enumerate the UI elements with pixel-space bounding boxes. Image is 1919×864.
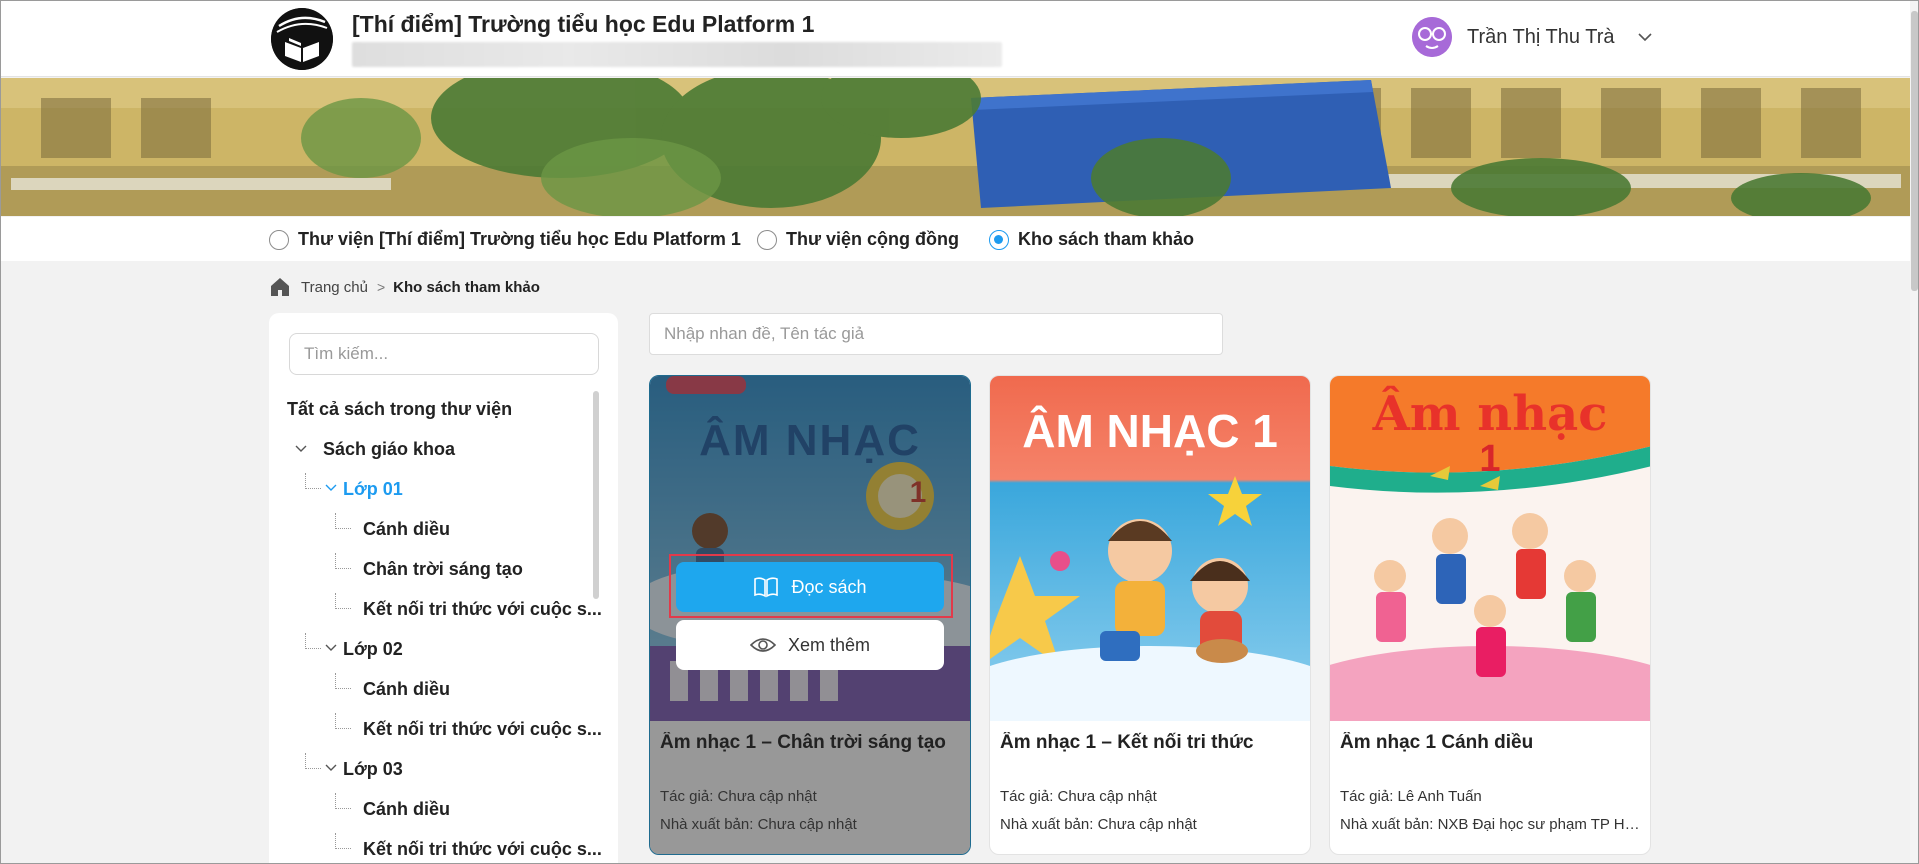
tree-connector: [335, 833, 351, 849]
tree-connector: [305, 473, 321, 489]
book-publisher: Nhà xuất bản: NXB Đại học sư phạm TP Hồ.…: [1340, 816, 1642, 833]
view-more-button[interactable]: Xem thêm: [676, 620, 944, 670]
radio-community-library[interactable]: [757, 229, 777, 250]
tree-connector: [335, 593, 351, 609]
book-author: Tác giả: Lê Anh Tuấn: [1340, 788, 1482, 805]
chevron-down-icon[interactable]: [295, 443, 307, 457]
book-title[interactable]: Âm nhạc 1 Cánh diều: [1340, 732, 1640, 754]
sidebar-scrollbar[interactable]: [593, 379, 599, 863]
header: [Thí điểm] Trường tiểu học Edu Platform …: [1, 1, 1918, 77]
user-menu[interactable]: Trần Thị Thu Trà: [1412, 15, 1654, 59]
tree-series-item[interactable]: Kết nối tri thức với cuộc s...: [363, 599, 602, 620]
tree-connector: [335, 513, 351, 529]
view-more-label: Xem thêm: [787, 634, 871, 655]
cover-title: Âm nhạc: [1372, 386, 1608, 442]
library-tabs: Thư viện [Thí điểm] Trường tiểu học Edu …: [1, 217, 1918, 261]
tree-connector: [305, 753, 321, 769]
book-title[interactable]: Âm nhạc 1 – Chân trời sáng tạo: [660, 732, 960, 754]
cover-number: 1: [1479, 438, 1501, 480]
book-author: Tác giả: Chưa cập nhật: [1000, 788, 1157, 805]
book-cover[interactable]: Âm nhạc 1: [1330, 376, 1650, 721]
page-scrollbar-thumb[interactable]: [1911, 11, 1918, 291]
chevron-down-icon[interactable]: [325, 762, 337, 776]
radio-reference-books[interactable]: [989, 229, 1009, 250]
tree-connector: [335, 553, 351, 569]
book-cover[interactable]: ÂM NHẠC 1: [990, 376, 1310, 721]
tree-connector: [335, 673, 351, 689]
tree-series-item[interactable]: Kết nối tri thức với cuộc s...: [363, 719, 602, 740]
open-book-icon: [754, 577, 779, 598]
breadcrumb: Trang chủ > Kho sách tham khảo: [269, 276, 540, 298]
app-window: [Thí điểm] Trường tiểu học Edu Platform …: [0, 0, 1919, 864]
cover-title: ÂM NHẠC 1: [1022, 405, 1278, 457]
chevron-down-icon[interactable]: [325, 482, 337, 496]
tree-connector: [335, 793, 351, 809]
eye-icon: [749, 638, 776, 652]
school-banner: [1, 78, 1918, 216]
user-name: Trần Thị Thu Trà: [1467, 25, 1615, 48]
chevron-down-icon[interactable]: [325, 642, 337, 656]
tree-connector: [305, 633, 321, 649]
breadcrumb-current: Kho sách tham khảo: [393, 278, 540, 296]
book-author: Tác giả: Chưa cập nhật: [660, 788, 817, 805]
read-book-button[interactable]: Đọc sách: [676, 562, 944, 612]
home-icon[interactable]: [269, 276, 291, 298]
tree-grade-01[interactable]: Lớp 01: [343, 479, 403, 500]
tab-school-library[interactable]: Thư viện [Thí điểm] Trường tiểu học Edu …: [269, 229, 741, 250]
book-publisher: Nhà xuất bản: Chưa cập nhật: [660, 816, 857, 833]
tree-series-item[interactable]: Cánh diều: [363, 519, 450, 540]
tab-label: Thư viện [Thí điểm] Trường tiểu học Edu …: [298, 229, 741, 249]
tree-connector: [335, 713, 351, 729]
school-building-image: [1, 78, 1918, 216]
tab-label: Thư viện cộng đồng: [786, 229, 960, 249]
blurred-subtitle: [352, 42, 1002, 67]
avatar[interactable]: [1412, 17, 1452, 57]
scrollbar-thumb[interactable]: [593, 391, 599, 599]
book-card[interactable]: Âm nhạc 1 Âm nhạc 1 Cánh diều Tác giả: L…: [1329, 375, 1651, 855]
book-card[interactable]: ÂM NHẠC 1 Đọc sách Xem thêm Âm nhạc 1 – …: [649, 375, 971, 855]
read-book-label: Đọc sách: [791, 576, 867, 597]
school-title: [Thí điểm] Trường tiểu học Edu Platform …: [352, 11, 815, 37]
tree-series-item[interactable]: Chân trời sáng tạo: [363, 559, 523, 580]
school-logo[interactable]: [271, 8, 333, 70]
tree-series-item[interactable]: Kết nối tri thức với cuộc s...: [363, 839, 602, 860]
tab-label: Kho sách tham khảo: [1018, 229, 1195, 249]
sidebar-search-input[interactable]: [289, 333, 599, 375]
tree-all-books[interactable]: Tất cả sách trong thư viện: [287, 399, 512, 420]
tree-grade-02[interactable]: Lớp 02: [343, 639, 403, 660]
book-publisher: Nhà xuất bản: Chưa cập nhật: [1000, 816, 1197, 833]
book-card[interactable]: ÂM NHẠC 1 Âm nhạc 1 – Kết nối tri thức T…: [989, 375, 1311, 855]
avatar-glasses-icon: [1412, 17, 1452, 57]
category-sidebar: Tất cả sách trong thư viện Sách giáo kho…: [269, 313, 618, 863]
book-cover[interactable]: ÂM NHẠC 1 Đọc sách Xem thêm: [650, 376, 970, 721]
book-logo-icon: [271, 8, 333, 70]
book-search-input[interactable]: [649, 313, 1223, 355]
tab-reference-books[interactable]: Kho sách tham khảo: [989, 229, 1194, 250]
tree-textbooks[interactable]: Sách giáo khoa: [323, 439, 455, 460]
breadcrumb-home[interactable]: Trang chủ: [301, 279, 368, 296]
tree-series-item[interactable]: Cánh diều: [363, 799, 450, 820]
tree-grade-03[interactable]: Lớp 03: [343, 759, 403, 780]
book-title[interactable]: Âm nhạc 1 – Kết nối tri thức: [1000, 732, 1300, 754]
radio-school-library[interactable]: [269, 229, 289, 250]
tab-community-library[interactable]: Thư viện cộng đồng: [757, 229, 959, 250]
chevron-down-icon[interactable]: [1636, 28, 1654, 46]
page-scrollbar[interactable]: [1910, 1, 1918, 863]
tree-series-item[interactable]: Cánh diều: [363, 679, 450, 700]
chevron-right-icon: >: [376, 279, 386, 295]
